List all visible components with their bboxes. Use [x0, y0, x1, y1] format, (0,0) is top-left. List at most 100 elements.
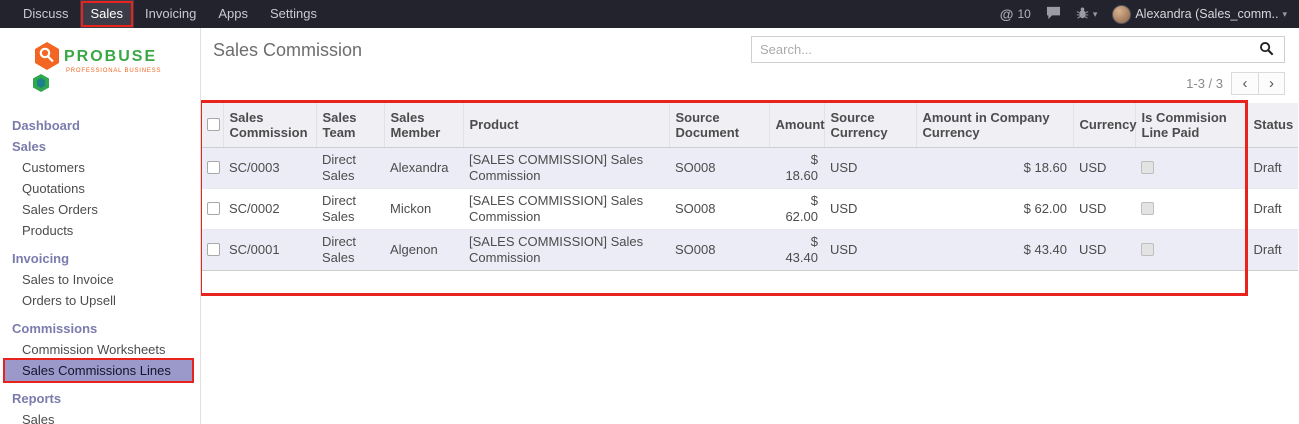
col-sales-commission[interactable]: Sales Commission: [223, 103, 316, 147]
col-source-currency[interactable]: Source Currency: [824, 103, 916, 147]
row-select-cell: [201, 147, 223, 188]
sidebar-item-quotations[interactable]: Quotations: [0, 178, 200, 199]
sidebar-item-reports-sales[interactable]: Sales: [0, 409, 200, 424]
sidebar-menu: Dashboard Sales Customers Quotations Sal…: [0, 115, 200, 424]
cell-team[interactable]: Direct Sales: [316, 229, 384, 270]
topbar-right: @ 10 ▾ Alexandra (Sales_comm.. ▾: [1000, 5, 1291, 24]
sidebar-item-commission-worksheets[interactable]: Commission Worksheets: [0, 339, 200, 360]
cell-name[interactable]: SC/0001: [223, 229, 316, 270]
col-source-document[interactable]: Source Document: [669, 103, 769, 147]
col-amount[interactable]: Amount: [769, 103, 824, 147]
sidebar-item-commissions[interactable]: Commissions: [0, 318, 200, 339]
cell-source-document[interactable]: SO008: [669, 188, 769, 229]
sidebar: PROBUSE PROFESSIONAL BUSINESS Dashboard …: [0, 28, 201, 424]
debug-menu-button[interactable]: ▾: [1076, 6, 1098, 22]
app-apps[interactable]: Apps: [207, 0, 259, 28]
search-icon: [1259, 41, 1274, 59]
cell-amount[interactable]: $ 18.60: [769, 147, 824, 188]
row-select-cell: [201, 229, 223, 270]
cell-name[interactable]: SC/0003: [223, 147, 316, 188]
page-title: Sales Commission: [213, 40, 362, 61]
sidebar-item-sales-orders[interactable]: Sales Orders: [0, 199, 200, 220]
cell-amount-company[interactable]: $ 18.60: [916, 147, 1073, 188]
logo-title: PROBUSE: [64, 48, 157, 65]
cell-name[interactable]: SC/0002: [223, 188, 316, 229]
search-input[interactable]: [760, 42, 1257, 57]
paid-checkbox: [1141, 161, 1154, 174]
table-row[interactable]: SC/0002 Direct Sales Mickon [SALES COMMI…: [201, 188, 1298, 229]
chevron-left-icon: ‹: [1243, 75, 1248, 92]
paid-checkbox: [1141, 243, 1154, 256]
select-all-cell: [201, 103, 223, 147]
content: PROBUSE PROFESSIONAL BUSINESS Dashboard …: [0, 28, 1299, 424]
col-amount-company-currency[interactable]: Amount in Company Currency: [916, 103, 1073, 147]
col-product[interactable]: Product: [463, 103, 669, 147]
col-sales-member[interactable]: Sales Member: [384, 103, 463, 147]
cell-currency[interactable]: USD: [1073, 188, 1135, 229]
cell-amount[interactable]: $ 43.40: [769, 229, 824, 270]
caret-down-icon: ▾: [1093, 9, 1098, 20]
cell-source-document[interactable]: SO008: [669, 229, 769, 270]
col-status[interactable]: Status: [1247, 103, 1298, 147]
caret-down-icon: ▾: [1282, 9, 1287, 20]
app-sales[interactable]: Sales: [80, 0, 135, 28]
row-select-checkbox[interactable]: [207, 202, 220, 215]
cell-status[interactable]: Draft: [1247, 229, 1298, 270]
sidebar-item-orders-to-upsell[interactable]: Orders to Upsell: [0, 290, 200, 311]
sidebar-item-sales[interactable]: Sales: [0, 136, 200, 157]
avatar: [1112, 5, 1131, 24]
row-select-checkbox[interactable]: [207, 243, 220, 256]
cell-currency[interactable]: USD: [1073, 147, 1135, 188]
cell-currency[interactable]: USD: [1073, 229, 1135, 270]
app-settings[interactable]: Settings: [259, 0, 328, 28]
sidebar-item-reports[interactable]: Reports: [0, 388, 200, 409]
table-row[interactable]: SC/0003 Direct Sales Alexandra [SALES CO…: [201, 147, 1298, 188]
cell-source-currency[interactable]: USD: [824, 188, 916, 229]
sidebar-item-dashboard[interactable]: Dashboard: [0, 115, 200, 136]
screen: Discuss Sales Invoicing Apps Settings @ …: [0, 0, 1299, 424]
main: Sales Commission 1-3 / 3 ‹ ›: [201, 28, 1299, 424]
mentions-button[interactable]: @ 10: [1000, 6, 1031, 22]
commission-lines-table: Sales Commission Sales Team Sales Member…: [201, 103, 1298, 271]
cell-source-currency[interactable]: USD: [824, 147, 916, 188]
messages-button[interactable]: [1046, 6, 1061, 23]
cell-amount-company[interactable]: $ 43.40: [916, 229, 1073, 270]
cell-status[interactable]: Draft: [1247, 188, 1298, 229]
sidebar-item-sales-commissions-lines[interactable]: Sales Commissions Lines: [5, 360, 192, 381]
sidebar-item-products[interactable]: Products: [0, 220, 200, 241]
cell-status[interactable]: Draft: [1247, 147, 1298, 188]
cell-product[interactable]: [SALES COMMISSION] Sales Commission: [463, 147, 669, 188]
sidebar-item-invoicing[interactable]: Invoicing: [0, 248, 200, 269]
table-header-row: Sales Commission Sales Team Sales Member…: [201, 103, 1298, 147]
mention-icon: @: [1000, 6, 1014, 22]
chevron-right-icon: ›: [1269, 75, 1274, 92]
search-button[interactable]: [1257, 39, 1276, 61]
user-menu[interactable]: Alexandra (Sales_comm.. ▾: [1112, 5, 1287, 24]
pager-previous-button[interactable]: ‹: [1231, 72, 1258, 95]
row-select-checkbox[interactable]: [207, 161, 220, 174]
cell-member[interactable]: Mickon: [384, 188, 463, 229]
cell-team[interactable]: Direct Sales: [316, 188, 384, 229]
sidebar-item-customers[interactable]: Customers: [0, 157, 200, 178]
pager-next-button[interactable]: ›: [1258, 72, 1285, 95]
cell-member[interactable]: Algenon: [384, 229, 463, 270]
select-all-checkbox[interactable]: [207, 118, 220, 131]
chat-bubble-icon: [1046, 6, 1061, 23]
cell-amount-company[interactable]: $ 62.00: [916, 188, 1073, 229]
cell-team[interactable]: Direct Sales: [316, 147, 384, 188]
cell-product[interactable]: [SALES COMMISSION] Sales Commission: [463, 229, 669, 270]
col-is-commission-line-paid[interactable]: Is Commision Line Paid: [1135, 103, 1247, 147]
app-invoicing[interactable]: Invoicing: [134, 0, 207, 28]
logo-subtitle: PROFESSIONAL BUSINESS: [66, 68, 161, 74]
col-currency[interactable]: Currency: [1073, 103, 1135, 147]
table-row[interactable]: SC/0001 Direct Sales Algenon [SALES COMM…: [201, 229, 1298, 270]
cell-member[interactable]: Alexandra: [384, 147, 463, 188]
app-discuss[interactable]: Discuss: [12, 0, 80, 28]
cell-amount[interactable]: $ 62.00: [769, 188, 824, 229]
bug-icon: [1076, 6, 1089, 22]
cell-source-currency[interactable]: USD: [824, 229, 916, 270]
cell-source-document[interactable]: SO008: [669, 147, 769, 188]
cell-product[interactable]: [SALES COMMISSION] Sales Commission: [463, 188, 669, 229]
col-sales-team[interactable]: Sales Team: [316, 103, 384, 147]
sidebar-item-sales-to-invoice[interactable]: Sales to Invoice: [0, 269, 200, 290]
